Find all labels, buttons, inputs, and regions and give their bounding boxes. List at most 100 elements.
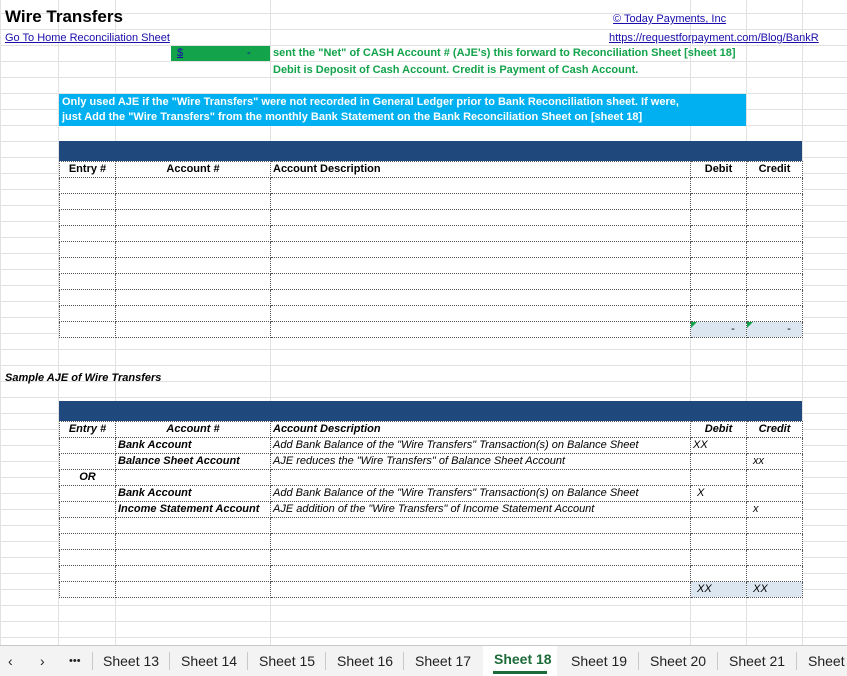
sheet-tab-bar: ‹ › ••• Sheet 13 Sheet 14 Sheet 15 Sheet…	[0, 645, 847, 676]
table-row[interactable]	[59, 177, 803, 194]
debit-cell[interactable]: XX	[690, 437, 747, 454]
table-row[interactable]	[59, 241, 803, 258]
sample-aje-table[interactable]: Entry # Account # Account Description De…	[59, 421, 803, 598]
entry-cell[interactable]	[59, 437, 116, 454]
account-cell[interactable]: Bank Account	[115, 437, 271, 454]
net-currency: $	[177, 47, 184, 59]
account-cell[interactable]	[115, 469, 271, 486]
total-debit-cell[interactable]: -	[690, 321, 747, 338]
tab-sheet-18[interactable]: Sheet 18	[494, 651, 552, 667]
total-debit-value: -	[731, 323, 735, 335]
tab-sheet-16[interactable]: Sheet 16	[337, 653, 393, 669]
entry-cell[interactable]	[59, 453, 116, 470]
table-total-row[interactable]: - -	[59, 321, 803, 338]
tab-sheet-next[interactable]: Sheet	[808, 653, 845, 669]
col-header-credit: Credit	[746, 421, 803, 438]
table-row[interactable]: Bank Account Add Bank Balance of the "Wi…	[59, 437, 803, 454]
table-header-row: Entry # Account # Account Description De…	[59, 421, 803, 438]
table-row[interactable]	[59, 565, 803, 582]
more-sheets-icon[interactable]: •••	[69, 655, 81, 667]
tab-sheet-17[interactable]: Sheet 17	[415, 653, 471, 669]
home-reconciliation-link[interactable]: Go To Home Reconciliation Sheet	[5, 32, 170, 44]
col-header-description: Account Description	[270, 421, 691, 438]
sample-aje-label: Sample AJE of Wire Transfers	[5, 372, 162, 384]
col-header-entry: Entry #	[59, 161, 116, 178]
credit-cell[interactable]: x	[746, 501, 803, 518]
tab-separator	[92, 652, 93, 670]
col-header-credit: Credit	[746, 161, 803, 178]
table-row[interactable]	[59, 273, 803, 290]
description-cell[interactable]: AJE reduces the "Wire Transfers" of Bala…	[270, 453, 691, 470]
credit-cell[interactable]: xx	[746, 453, 803, 470]
scroll-right-icon[interactable]: ›	[40, 653, 45, 669]
credit-cell[interactable]	[746, 437, 803, 454]
account-cell[interactable]: Bank Account	[115, 485, 271, 502]
entry-cell[interactable]	[59, 501, 116, 518]
info-banner: Only used AJE if the "Wire Transfers" we…	[59, 94, 746, 126]
tab-sheet-13[interactable]: Sheet 13	[103, 653, 159, 669]
debit-cell[interactable]	[690, 501, 747, 518]
table-row[interactable]	[59, 209, 803, 226]
tab-separator	[796, 652, 797, 670]
tab-separator	[403, 652, 404, 670]
tab-separator	[247, 652, 248, 670]
debit-cell[interactable]	[690, 469, 747, 486]
sample-total-debit[interactable]: XX	[690, 581, 747, 598]
credit-cell[interactable]	[746, 469, 803, 486]
table-header-row: Entry # Account # Account Description De…	[59, 161, 803, 178]
tab-separator	[325, 652, 326, 670]
net-value: -	[247, 47, 251, 59]
total-credit-cell[interactable]: -	[746, 321, 803, 338]
account-cell[interactable]: Balance Sheet Account	[115, 453, 271, 470]
tab-sheet-14[interactable]: Sheet 14	[181, 653, 237, 669]
table-row[interactable]	[59, 533, 803, 550]
col-header-account: Account #	[115, 161, 271, 178]
net-cash-cell[interactable]: $ -	[171, 46, 270, 61]
credit-cell[interactable]	[746, 485, 803, 502]
tab-sheet-19[interactable]: Sheet 19	[571, 653, 627, 669]
col-header-account: Account #	[115, 421, 271, 438]
entry-cell[interactable]: OR	[59, 469, 116, 486]
table2-header-bar	[59, 401, 802, 421]
net-note-1: sent the "Net" of CASH Account # (AJE's)…	[273, 47, 736, 59]
tab-sheet-21[interactable]: Sheet 21	[729, 653, 785, 669]
description-cell[interactable]	[270, 469, 691, 486]
table-row[interactable]	[59, 257, 803, 274]
aje-entry-table[interactable]: Entry # Account # Account Description De…	[59, 161, 803, 338]
table-row[interactable]	[59, 517, 803, 534]
info-line-1: Only used AJE if the "Wire Transfers" we…	[62, 96, 679, 108]
tab-separator	[638, 652, 639, 670]
blog-url-link[interactable]: https://requestforpayment.com/Blog/BankR	[609, 32, 819, 44]
table-row[interactable]: OR	[59, 469, 803, 486]
col-header-entry: Entry #	[59, 421, 116, 438]
net-note-2: Debit is Deposit of Cash Account. Credit…	[273, 64, 639, 76]
table-row[interactable]	[59, 305, 803, 322]
account-cell[interactable]: Income Statement Account	[115, 501, 271, 518]
total-credit-value: -	[787, 323, 791, 335]
table-row[interactable]: Balance Sheet Account AJE reduces the "W…	[59, 453, 803, 470]
table-row[interactable]	[59, 549, 803, 566]
error-indicator-icon	[747, 322, 753, 328]
sheet-title: Wire Transfers	[5, 7, 123, 26]
company-link[interactable]: © Today Payments, Inc	[613, 13, 726, 25]
tab-sheet-15[interactable]: Sheet 15	[259, 653, 315, 669]
sample-total-credit[interactable]: XX	[746, 581, 803, 598]
entry-cell[interactable]	[59, 485, 116, 502]
table-row[interactable]	[59, 193, 803, 210]
col-header-debit: Debit	[690, 421, 747, 438]
table-row[interactable]	[59, 289, 803, 306]
table-total-row[interactable]: XX XX	[59, 581, 803, 598]
debit-cell[interactable]	[690, 453, 747, 470]
description-cell[interactable]: AJE addition of the "Wire Transfers" of …	[270, 501, 691, 518]
table-row[interactable]: Bank Account Add Bank Balance of the "Wi…	[59, 485, 803, 502]
description-cell[interactable]: Add Bank Balance of the "Wire Transfers"…	[270, 437, 691, 454]
error-indicator-icon	[691, 322, 697, 328]
tab-sheet-20[interactable]: Sheet 20	[650, 653, 706, 669]
table1-header-bar	[59, 141, 802, 161]
table-row[interactable]: Income Statement Account AJE addition of…	[59, 501, 803, 518]
scroll-left-icon[interactable]: ‹	[8, 653, 13, 669]
table-row[interactable]	[59, 225, 803, 242]
col-header-debit: Debit	[690, 161, 747, 178]
description-cell[interactable]: Add Bank Balance of the "Wire Transfers"…	[270, 485, 691, 502]
debit-cell[interactable]: X	[690, 485, 747, 502]
